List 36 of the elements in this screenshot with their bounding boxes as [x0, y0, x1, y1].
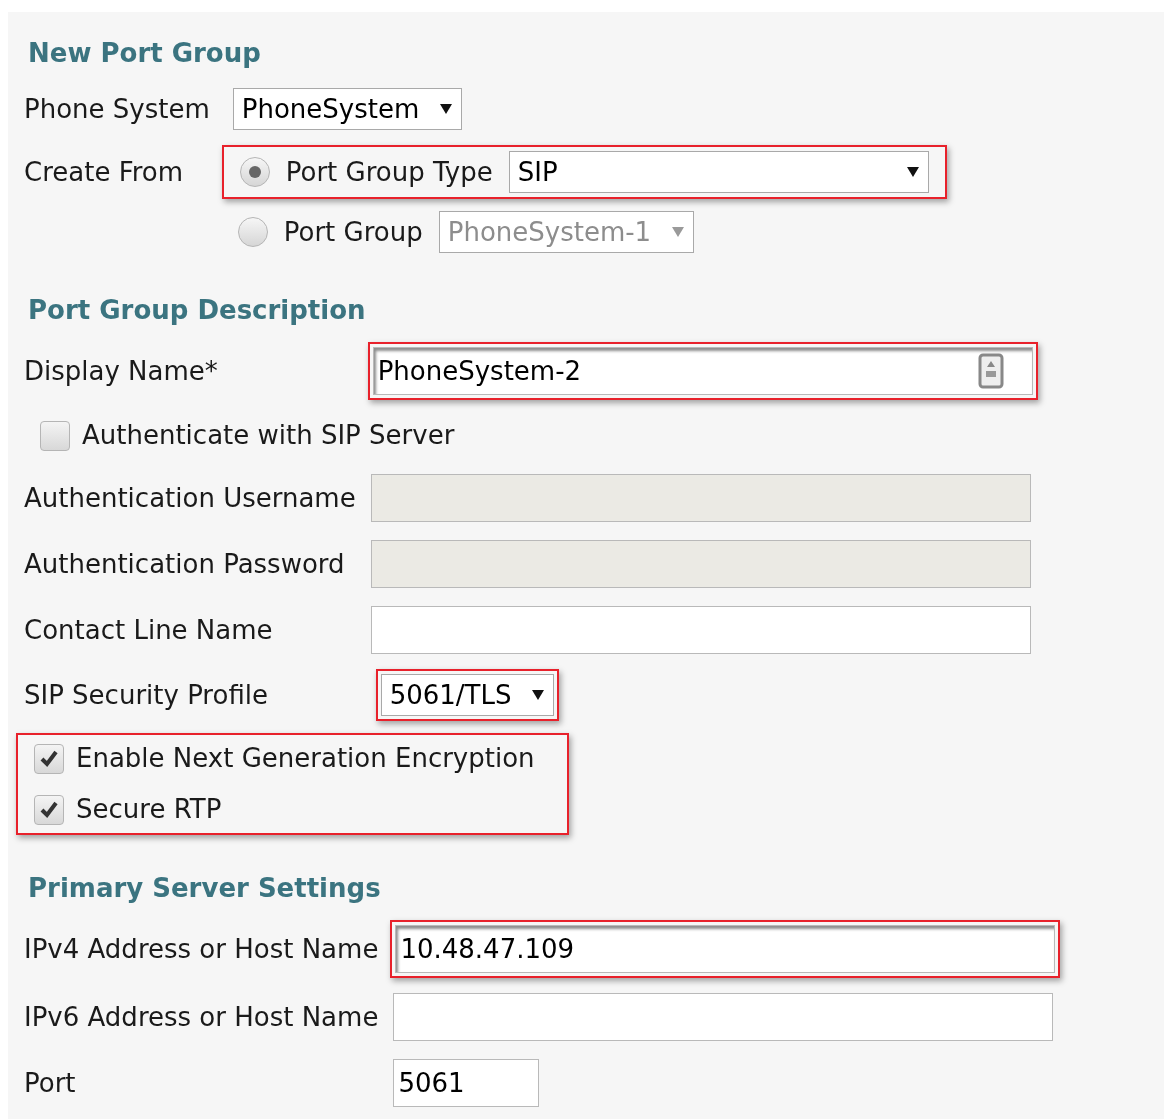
input-field[interactable]: [393, 993, 1054, 1041]
field-label: SIP Security Profile: [24, 678, 269, 712]
input-field[interactable]: 10.48.47.109: [395, 925, 1056, 973]
checkbox-label: Authenticate with SIP Server: [82, 419, 455, 452]
input-field[interactable]: PhoneSystem-2: [372, 347, 1033, 395]
caret-icon: [531, 689, 546, 701]
field-label: Authentication Username: [24, 481, 356, 515]
field-label: Phone System: [24, 92, 210, 126]
input-field[interactable]: 5061: [393, 1059, 540, 1107]
checkbox[interactable]: [34, 794, 64, 825]
field-label: Port: [24, 1066, 77, 1100]
section-heading: New Port Group: [27, 37, 262, 70]
section-heading: Primary Server Settings: [27, 872, 382, 905]
field-label: IPv6 Address or Host Name: [24, 1000, 379, 1034]
caret-icon: [905, 166, 920, 178]
dropdown[interactable]: SIP: [508, 151, 929, 193]
field-label: Contact Line Name: [24, 613, 274, 647]
checkmark-icon: [39, 748, 59, 769]
radio-button[interactable]: [239, 157, 270, 187]
checkbox-label: Secure RTP: [76, 793, 222, 826]
dropdown[interactable]: PhoneSystem: [232, 88, 463, 130]
field-label: Display Name*: [24, 354, 219, 388]
checkbox[interactable]: [40, 420, 70, 451]
checkbox[interactable]: [34, 743, 64, 774]
section-heading: Port Group Description: [27, 294, 367, 327]
caret-icon: [439, 103, 454, 115]
option-label: Port Group Type: [285, 155, 493, 189]
checkmark-icon: [39, 799, 59, 820]
input-field[interactable]: [370, 606, 1031, 654]
field-label: Authentication Password: [24, 547, 346, 581]
field-label: IPv4 Address or Host Name: [24, 932, 379, 966]
field-label: Create From: [24, 156, 185, 189]
caret-icon: [671, 226, 686, 238]
dropdown[interactable]: 5061/TLS: [380, 674, 555, 716]
option-label: Port Group: [283, 215, 423, 249]
checkbox-label: Enable Next Generation Encryption: [76, 742, 535, 775]
